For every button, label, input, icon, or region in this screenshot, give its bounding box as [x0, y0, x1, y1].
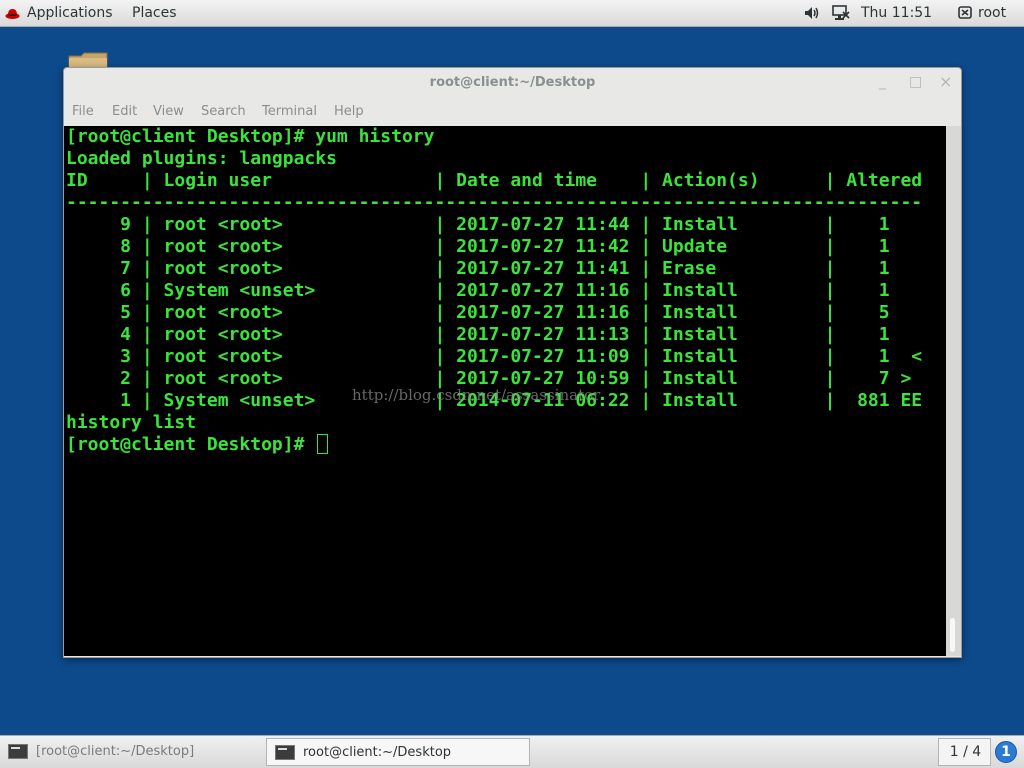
close-button[interactable]: ×	[939, 72, 952, 91]
menu-search[interactable]: Search	[201, 104, 246, 119]
terminal-line: [root@client Desktop]# yum history	[66, 126, 435, 147]
notification-icon[interactable]: 1	[995, 741, 1017, 763]
menu-file[interactable]: File	[72, 104, 94, 119]
terminal-icon	[275, 745, 295, 760]
terminal-icon	[8, 744, 28, 759]
scrollbar[interactable]	[946, 126, 961, 656]
menubar: File Edit View Search Terminal Help	[64, 100, 961, 126]
user-menu[interactable]: root	[978, 5, 1006, 21]
terminal-prompt: [root@client Desktop]#	[66, 434, 316, 455]
terminal-line: 4 | root <root> | 2017-07-27 11:13 | Ins…	[66, 324, 923, 345]
menu-help[interactable]: Help	[334, 104, 364, 119]
user-icon[interactable]	[958, 6, 972, 19]
terminal-screen[interactable]: [root@client Desktop]# yum history Loade…	[64, 126, 946, 656]
menu-terminal[interactable]: Terminal	[262, 104, 317, 119]
applications-menu[interactable]: Applications	[27, 5, 113, 21]
minimize-button[interactable]: _	[879, 74, 886, 90]
clock[interactable]: Thu 11:51	[861, 5, 932, 21]
workspace-switcher[interactable]: 1 / 4	[938, 738, 991, 766]
places-menu[interactable]: Places	[132, 5, 177, 21]
terminal-line: history list	[66, 412, 197, 433]
taskbar-item-label: [root@client:~/Desktop]	[36, 744, 195, 759]
taskbar-item-active[interactable]: root@client:~/Desktop	[266, 738, 530, 766]
window-title: root@client:~/Desktop	[429, 75, 596, 90]
terminal-line: 6 | System <unset> | 2017-07-27 11:16 | …	[66, 280, 923, 301]
maximize-button[interactable]: □	[909, 74, 922, 90]
redhat-icon[interactable]	[5, 6, 20, 20]
bottom-panel: [root@client:~/Desktop] root@client:~/De…	[0, 735, 1024, 768]
terminal-line: ----------------------------------------…	[66, 192, 923, 213]
watermark: http://blog.csdn.net/assassinator	[352, 386, 601, 404]
terminal-line: ID | Login user | Date and time | Action…	[66, 170, 923, 191]
menu-view[interactable]: View	[153, 104, 184, 119]
window-titlebar[interactable]: root@client:~/Desktop _ □ ×	[64, 68, 961, 98]
workspace-label: 1 / 4	[949, 744, 982, 760]
scrollbar-thumb[interactable]	[950, 618, 955, 652]
terminal-line: 9 | root <root> | 2017-07-27 11:44 | Ins…	[66, 214, 923, 235]
top-panel: Applications Places Thu 11:51 root	[0, 0, 1024, 27]
terminal-cursor	[317, 434, 328, 454]
network-icon[interactable]	[832, 5, 850, 21]
volume-icon[interactable]	[804, 6, 820, 20]
terminal-line: 8 | root <root> | 2017-07-27 11:42 | Upd…	[66, 236, 923, 257]
terminal-line: 7 | root <root> | 2017-07-27 11:41 | Era…	[66, 258, 923, 279]
menu-edit[interactable]: Edit	[112, 104, 137, 119]
terminal-line: 5 | root <root> | 2017-07-27 11:16 | Ins…	[66, 302, 923, 323]
taskbar-item-label: root@client:~/Desktop	[303, 745, 452, 760]
terminal-window: root@client:~/Desktop _ □ × File Edit Vi…	[63, 67, 962, 658]
taskbar-item[interactable]: [root@client:~/Desktop]	[0, 738, 262, 766]
terminal-line: 3 | root <root> | 2017-07-27 11:09 | Ins…	[66, 346, 923, 367]
terminal-line: Loaded plugins: langpacks	[66, 148, 337, 169]
